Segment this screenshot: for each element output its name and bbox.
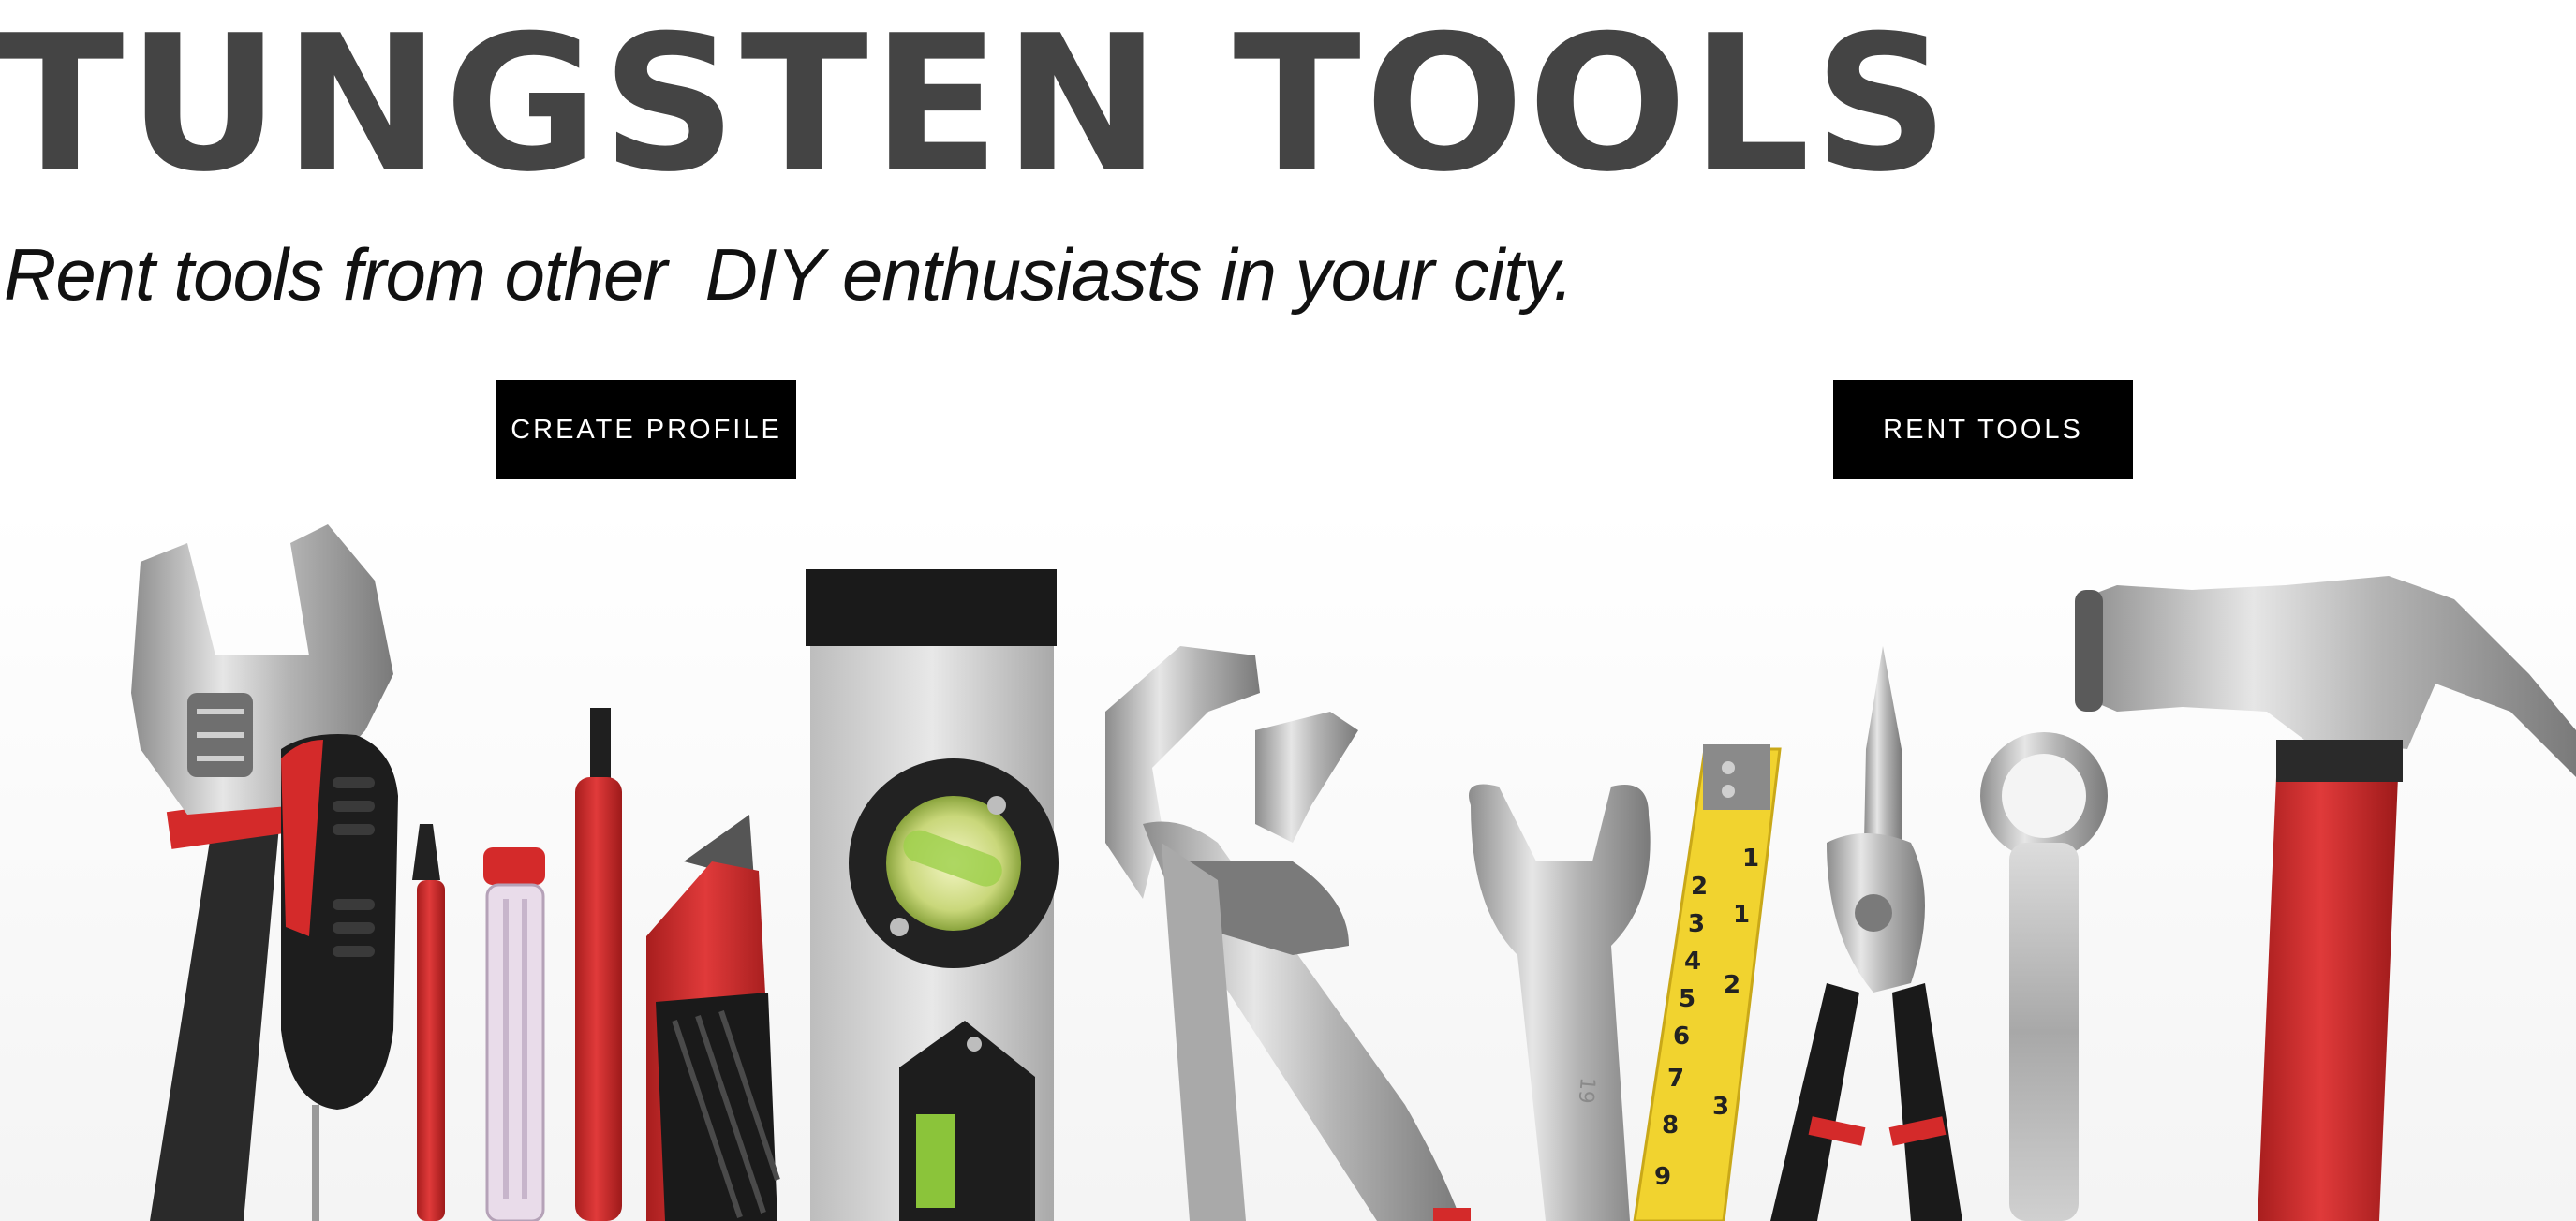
tape-mark-6: 6 — [1673, 1022, 1690, 1051]
tape-mark-1: 1 — [1742, 845, 1759, 873]
tape-mark-2: 2 — [1691, 873, 1708, 901]
voltage-tester-icon — [483, 847, 545, 1221]
tape-mark-4: 4 — [1684, 948, 1701, 976]
wrench-size-label: 19 — [1574, 1076, 1599, 1104]
brand-title: TUNGSTEN TOOLS — [0, 0, 1953, 213]
rent-tools-button[interactable]: RENT TOOLS — [1833, 380, 2133, 479]
tape-mark-7: 7 — [1667, 1065, 1684, 1093]
tape-inch-3: 3 — [1712, 1093, 1729, 1121]
tape-mark-5: 5 — [1679, 985, 1695, 1013]
flathead-screwdriver-icon — [575, 708, 622, 1221]
tape-mark-9: 9 — [1654, 1163, 1671, 1191]
tape-mark-8: 8 — [1662, 1111, 1679, 1140]
tape-inch-1: 1 — [1733, 901, 1750, 929]
tools-hero-image: 19 1 2 3 4 5 6 7 8 9 1 2 3 — [0, 506, 2576, 1221]
tape-inch-2: 2 — [1724, 971, 1740, 999]
tagline: Rent tools from other DIY enthusiasts in… — [4, 233, 1574, 316]
spirit-level-icon — [806, 569, 1059, 1221]
landing-page: TUNGSTEN TOOLS Rent tools from other DIY… — [0, 0, 2576, 1221]
create-profile-button[interactable]: CREATE PROFILE — [496, 380, 796, 479]
tape-mark-3: 3 — [1688, 910, 1705, 938]
